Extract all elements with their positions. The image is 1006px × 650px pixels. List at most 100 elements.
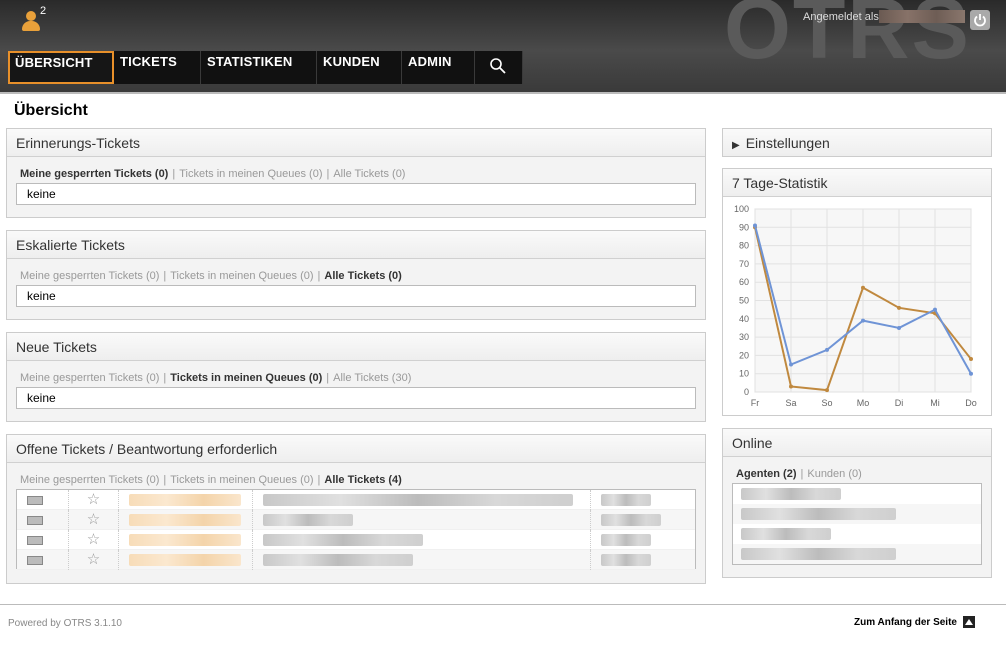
widget-filter-tabs: Meine gesperrten Tickets (0) | Tickets in … <box>20 270 402 282</box>
list-item[interactable] <box>733 524 981 544</box>
online-users-list <box>732 483 982 565</box>
y-tick-label: 0 <box>744 387 749 397</box>
filter-tab-my-locked[interactable]: Meine gesperrten Tickets (0) <box>20 474 159 486</box>
series-point-1 <box>753 223 757 228</box>
header-divider <box>0 92 1006 94</box>
series-point-1 <box>789 362 793 367</box>
filter-tab-all[interactable]: Alle Tickets (0) <box>333 168 405 180</box>
filter-tab-customers[interactable]: Kunden (0) <box>807 468 861 480</box>
series-point-0 <box>789 384 793 389</box>
table-row[interactable]: ☆ <box>17 549 695 570</box>
ticket-table: ☆ ☆ ☆ ☆ <box>16 489 696 570</box>
user-avatar-icon[interactable] <box>20 9 42 33</box>
filter-tab-my-locked[interactable]: Meine gesperrten Tickets (0) <box>20 168 168 180</box>
y-tick-label: 40 <box>739 314 749 324</box>
header: OTRS 2 Angemeldet als ÜBERSICHT TICKETS … <box>0 0 1006 92</box>
x-tick-label: So <box>821 398 832 408</box>
widget-reminder-tickets: Erinnerungs-Tickets Meine gesperrten Tic… <box>6 128 706 218</box>
page-title: Übersicht <box>14 102 88 119</box>
nav-admin[interactable]: ADMIN <box>402 51 475 84</box>
widget-title[interactable]: Neue Tickets <box>7 333 705 361</box>
series-point-1 <box>825 347 829 352</box>
y-tick-label: 80 <box>739 241 749 251</box>
mail-icon <box>27 535 43 545</box>
filter-tab-my-locked[interactable]: Meine gesperrten Tickets (0) <box>20 270 159 282</box>
empty-result: keine <box>16 285 696 307</box>
star-icon[interactable]: ☆ <box>69 509 119 530</box>
star-icon[interactable]: ☆ <box>69 529 119 550</box>
filter-tab-agents[interactable]: Agenten (2) <box>736 468 797 480</box>
widget-title[interactable]: 7 Tage-Statistik <box>723 169 991 197</box>
series-point-1 <box>897 325 901 330</box>
line-chart: 0 10 20 30 40 50 60 70 80 90 100 Fr Sa So Mo Di Mi Do <box>734 204 977 408</box>
list-item[interactable] <box>733 544 981 564</box>
widget-new-tickets: Neue Tickets Meine gesperrten Tickets (0… <box>6 332 706 422</box>
series-point-0 <box>825 388 829 393</box>
y-tick-label: 10 <box>739 369 749 379</box>
mail-icon <box>27 495 43 505</box>
filter-tab-my-queues[interactable]: Tickets in meinen Queues (0) <box>170 372 322 384</box>
mail-icon <box>27 555 43 565</box>
x-tick-label: Fr <box>751 398 760 408</box>
nav-search-button[interactable] <box>475 51 523 84</box>
widget-filter-tabs: Meine gesperrten Tickets (0) | Tickets in … <box>20 474 402 486</box>
y-tick-label: 50 <box>739 296 749 306</box>
filter-tab-all[interactable]: Alle Tickets (0) <box>324 270 401 282</box>
widget-escalated-tickets: Eskalierte Tickets Meine gesperrten Tick… <box>6 230 706 320</box>
widget-filter-tabs: Meine gesperrten Tickets (0) | Tickets in … <box>20 372 412 384</box>
table-row[interactable]: ☆ <box>17 509 695 530</box>
x-tick-label: Di <box>895 398 904 408</box>
expand-triangle-icon: ▶ <box>732 140 740 151</box>
powered-by: Powered by OTRS 3.1.10 <box>8 618 122 629</box>
widget-filter-tabs: Meine gesperrten Tickets (0) | Tickets in … <box>20 168 406 180</box>
star-icon[interactable]: ☆ <box>69 489 119 510</box>
x-tick-label: Sa <box>785 398 796 408</box>
series-point-1 <box>933 307 937 312</box>
widget-title[interactable]: Erinnerungs-Tickets <box>7 129 705 157</box>
series-point-0 <box>861 285 865 290</box>
filter-tab-my-locked[interactable]: Meine gesperrten Tickets (0) <box>20 372 159 384</box>
arrow-up-icon[interactable] <box>963 616 975 628</box>
empty-result: keine <box>16 387 696 409</box>
series-point-1 <box>969 371 973 376</box>
filter-tab-my-queues[interactable]: Tickets in meinen Queues (0) <box>170 270 313 282</box>
main-nav: ÜBERSICHT TICKETS STATISTIKEN KUNDEN ADM… <box>8 51 523 84</box>
series-point-0 <box>969 357 973 362</box>
star-icon[interactable]: ☆ <box>69 549 119 570</box>
widget-title[interactable]: Eskalierte Tickets <box>7 231 705 259</box>
nav-tickets[interactable]: TICKETS <box>114 51 201 84</box>
footer-divider <box>0 604 1006 605</box>
filter-tab-my-queues[interactable]: Tickets in meinen Queues (0) <box>170 474 313 486</box>
mail-icon <box>27 515 43 525</box>
filter-tab-all[interactable]: Alle Tickets (30) <box>333 372 411 384</box>
list-item[interactable] <box>733 484 981 504</box>
table-row[interactable]: ☆ <box>17 489 695 510</box>
x-tick-label: Mo <box>857 398 870 408</box>
y-tick-label: 60 <box>739 277 749 287</box>
widget-7day-stats: 7 Tage-Statistik 0 10 20 30 40 50 60 70 80 90 100 F… <box>722 168 992 416</box>
magnifier-icon <box>490 58 506 74</box>
widget-online: Online Agenten (2) | Kunden (0) <box>722 428 992 578</box>
logout-power-icon[interactable] <box>970 10 990 30</box>
y-tick-label: 70 <box>739 259 749 269</box>
y-tick-label: 90 <box>739 222 749 232</box>
nav-statistics[interactable]: STATISTIKEN <box>201 51 317 84</box>
nav-customers[interactable]: KUNDEN <box>317 51 402 84</box>
y-tick-label: 30 <box>739 332 749 342</box>
widget-title[interactable]: Einstellungen <box>746 135 830 151</box>
series-point-1 <box>861 318 865 323</box>
x-tick-label: Mi <box>930 398 940 408</box>
widget-title[interactable]: Online <box>723 429 991 457</box>
table-row[interactable]: ☆ <box>17 529 695 550</box>
list-item[interactable] <box>733 504 981 524</box>
nav-overview[interactable]: ÜBERSICHT <box>8 51 114 84</box>
y-tick-label: 100 <box>734 204 749 214</box>
x-tick-label: Do <box>965 398 977 408</box>
to-top-link[interactable]: Zum Anfang der Seite <box>854 617 957 628</box>
avatar-count-badge: 2 <box>40 5 47 17</box>
widget-title[interactable]: Offene Tickets / Beantwortung erforderli… <box>7 435 705 463</box>
filter-tab-all[interactable]: Alle Tickets (4) <box>324 474 401 486</box>
widget-filter-tabs: Agenten (2) | Kunden (0) <box>736 468 862 480</box>
widget-settings[interactable]: ▶ Einstellungen <box>722 128 992 157</box>
filter-tab-my-queues[interactable]: Tickets in meinen Queues (0) <box>179 168 322 180</box>
